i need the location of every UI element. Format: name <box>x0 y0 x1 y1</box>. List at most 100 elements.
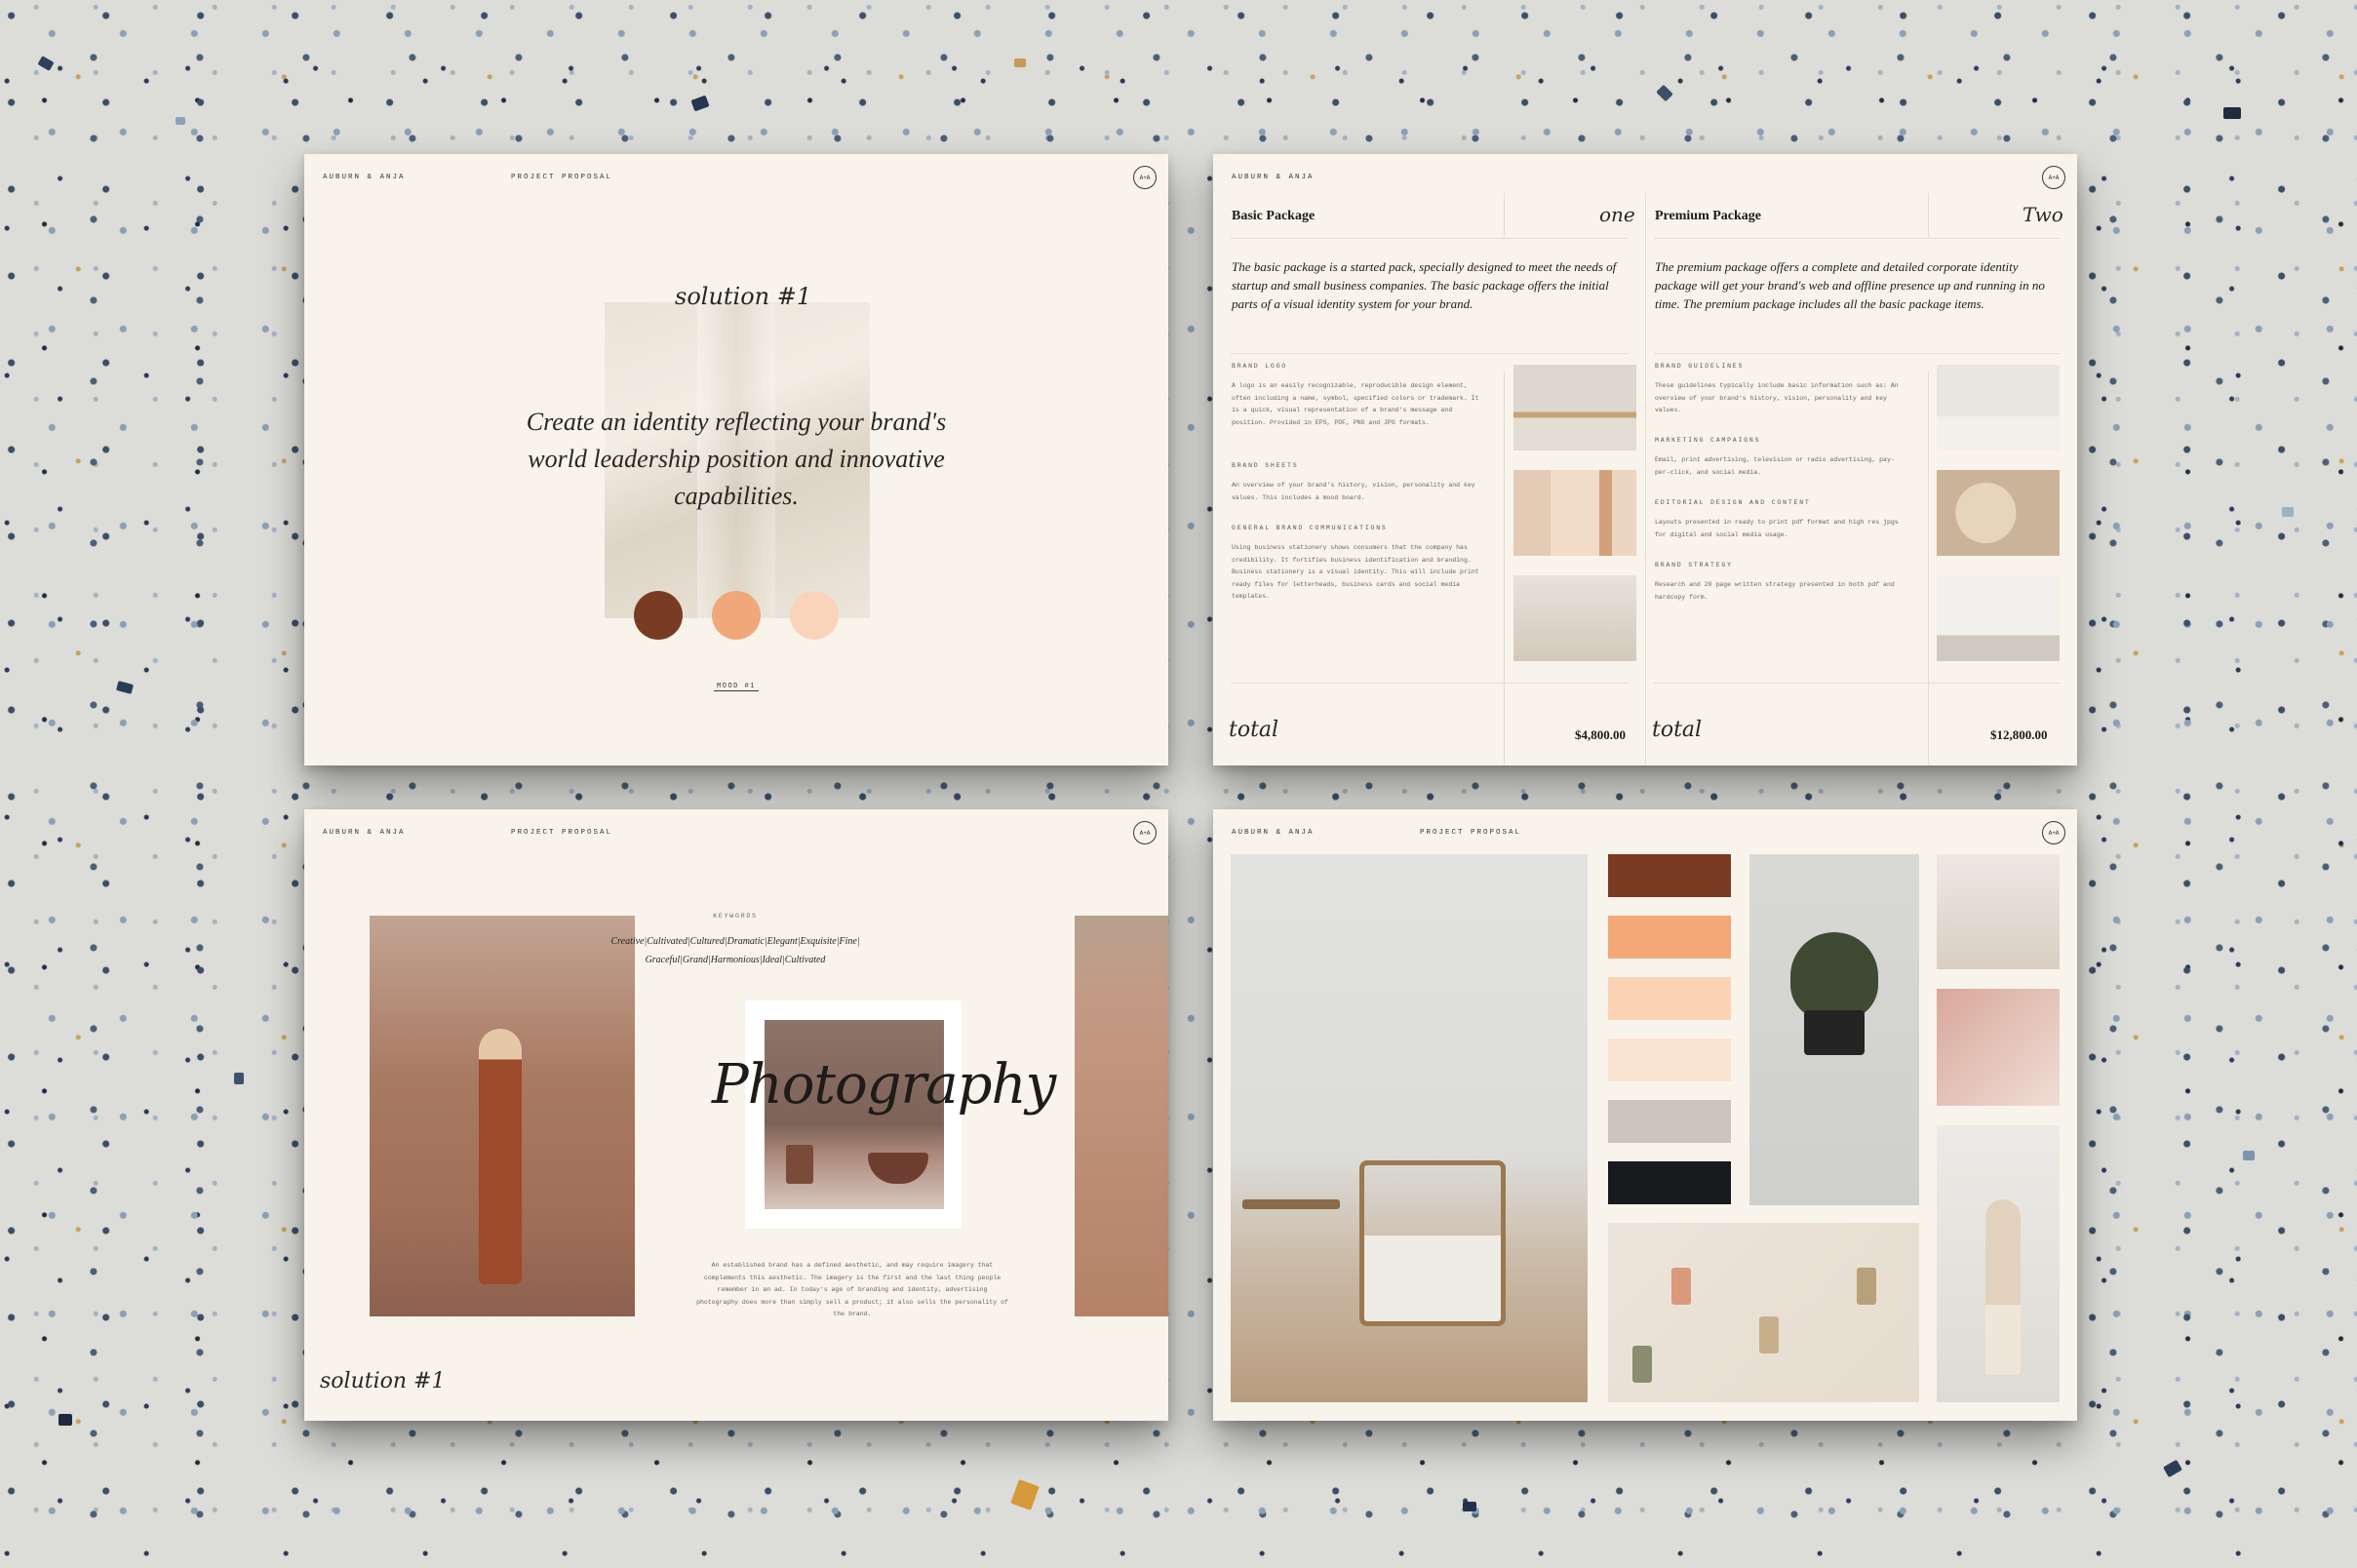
brand-logo: A+A <box>1133 166 1157 189</box>
divider <box>1654 683 2060 684</box>
basic-total-price: $4,800.00 <box>1575 727 1626 742</box>
color-swatch <box>1608 1039 1731 1081</box>
premium-item-text: Research and 20 page written strategy pr… <box>1655 581 1895 601</box>
brand-logo: A+A <box>1133 821 1157 844</box>
solution-label: solution #1 <box>675 283 812 310</box>
doc-type: PROJECT PROPOSAL <box>1420 829 1522 837</box>
color-swatch <box>1608 916 1731 959</box>
premium-item-heading: BRAND STRATEGY <box>1655 562 1733 568</box>
plant-photo <box>1513 470 1636 556</box>
divider <box>1928 371 1929 683</box>
basic-item-text: A logo is an easily recognizable, reprod… <box>1232 382 1479 426</box>
brand-name: AUBURN & ANJA <box>323 829 406 837</box>
divider <box>1231 683 1629 684</box>
premium-total-price: $12,800.00 <box>1990 727 2048 742</box>
premium-package-desc: The premium package offers a complete an… <box>1655 259 2045 311</box>
divider <box>1928 193 1929 238</box>
photography-body: An established brand has a defined aesth… <box>696 1262 1008 1317</box>
color-swatch <box>1608 1100 1731 1143</box>
palette-dot <box>712 591 761 640</box>
plant-leaves <box>1790 932 1878 1020</box>
slide-mood: AUBURN & ANJA PROJECT PROPOSAL A+A solut… <box>304 154 1168 765</box>
mirror-photo <box>1937 470 2060 556</box>
terrazzo-chip <box>2223 107 2241 119</box>
palette-dot <box>634 591 683 640</box>
chair <box>1359 1160 1506 1326</box>
divider <box>1504 683 1505 765</box>
mood-label: MOOD #1 <box>714 683 759 691</box>
color-swatch <box>1608 854 1731 897</box>
brand-logo: A+A <box>2042 166 2065 189</box>
terrazzo-chip <box>690 95 710 112</box>
brand-name: AUBURN & ANJA <box>1232 829 1315 837</box>
divider <box>1928 683 1929 765</box>
color-swatch <box>1608 1161 1731 1204</box>
side-table <box>1242 1199 1340 1209</box>
polish-bottle <box>1632 1346 1652 1383</box>
basic-item-text: Using business stationery shows consumer… <box>1232 544 1479 600</box>
nail-polish-photo <box>1608 1223 1919 1402</box>
basic-total-label: total <box>1229 718 1279 742</box>
basic-item-text: An overview of your brand's history, vis… <box>1232 482 1475 501</box>
basic-item-heading: BRAND LOGO <box>1232 363 1288 370</box>
terrazzo-chip <box>2282 507 2294 517</box>
bottles-photo <box>1937 854 2060 969</box>
terrazzo-chip <box>2243 1151 2255 1160</box>
premium-item-text: Layouts presented in ready to print pdf … <box>1655 519 1899 538</box>
polish-bottle <box>1857 1268 1876 1305</box>
palette-dot <box>790 591 839 640</box>
solution-label: solution #1 <box>320 1369 446 1393</box>
desk-photo <box>1513 365 1636 451</box>
divider <box>1654 353 2060 354</box>
terrazzo-chip <box>2163 1459 2182 1478</box>
terrazzo-chip <box>1014 59 1026 67</box>
terrazzo-chip <box>1010 1479 1040 1510</box>
divider <box>1231 353 1629 354</box>
premium-package-title: Premium Package <box>1655 209 1761 223</box>
brand-name: AUBURN & ANJA <box>323 174 406 181</box>
photography-title: Photography <box>712 1053 1056 1117</box>
terrazzo-chip <box>1463 1502 1476 1511</box>
perfume-photo <box>1937 575 2060 661</box>
slide-photography: AUBURN & ANJA PROJECT PROPOSAL A+A KEYWO… <box>304 809 1168 1421</box>
brand-name: AUBURN & ANJA <box>1232 174 1315 181</box>
premium-total-label: total <box>1652 718 1703 742</box>
premium-item-text: Email, print advertising, television or … <box>1655 456 1895 476</box>
divider <box>1504 371 1505 683</box>
polish-bottle <box>1759 1316 1779 1353</box>
brand-logo: A+A <box>2042 821 2065 844</box>
basic-package-number: one <box>1599 203 1635 226</box>
polish-bottle <box>1671 1268 1691 1305</box>
doc-type: PROJECT PROPOSAL <box>511 829 613 837</box>
polish-closeup-photo <box>1937 989 2060 1106</box>
terrazzo-chip <box>1656 84 1673 102</box>
premium-item-text: These guidelines typically include basic… <box>1655 382 1899 413</box>
basic-package-desc: The basic package is a started pack, spe… <box>1232 259 1617 311</box>
terrazzo-chip <box>176 117 185 125</box>
basic-item-heading: BRAND SHEETS <box>1232 462 1299 469</box>
cup <box>786 1145 813 1184</box>
edge-photo <box>1075 916 1168 1316</box>
terrazzo-chip <box>234 1073 244 1084</box>
basic-package-title: Basic Package <box>1232 209 1316 223</box>
basic-item-heading: GENERAL BRAND COMMUNICATIONS <box>1232 525 1388 531</box>
divider <box>1645 193 1646 765</box>
divider <box>1231 238 1629 239</box>
terrazzo-chip <box>115 681 135 694</box>
divider <box>1504 193 1505 238</box>
premium-item-heading: MARKETING CAMPAIGNS <box>1655 437 1761 444</box>
terrazzo-chip <box>59 1414 72 1426</box>
terrazzo-chip <box>37 56 55 71</box>
color-swatch <box>1608 977 1731 1020</box>
keywords-heading: KEYWORDS <box>713 913 758 920</box>
stool-photo <box>1937 365 2060 451</box>
model-photo <box>370 916 635 1316</box>
mood-quote: Create an identity reflecting your brand… <box>526 408 947 510</box>
slide-packages: AUBURN & ANJA A+A Basic Package one The … <box>1213 154 2077 765</box>
divider <box>1654 238 2060 239</box>
premium-item-heading: BRAND GUIDELINES <box>1655 363 1745 370</box>
keywords-list: Creative|Cultivated|Cultured|Dramatic|El… <box>610 936 860 965</box>
doc-type: PROJECT PROPOSAL <box>511 174 613 181</box>
premium-package-number: Two <box>2023 203 2063 226</box>
dancer-figure <box>1985 1199 2021 1375</box>
